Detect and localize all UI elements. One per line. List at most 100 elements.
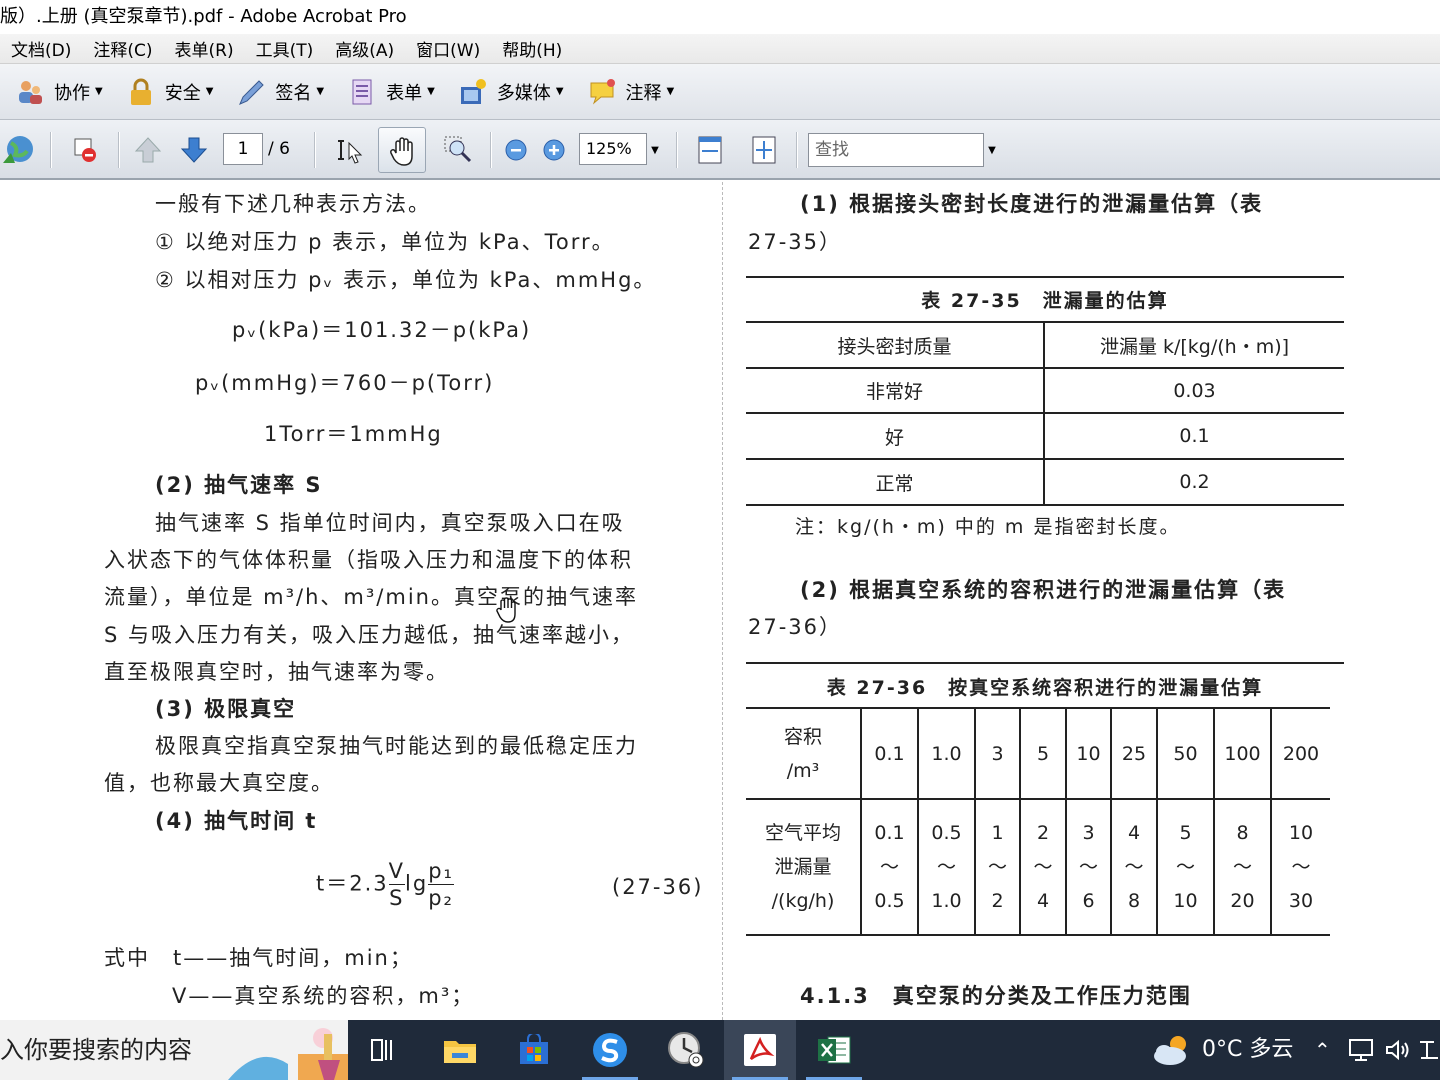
volume-icon[interactable] (1384, 1020, 1412, 1080)
range-low: 5 (1179, 822, 1192, 844)
multimedia-icon (457, 76, 489, 108)
range-tilde: ～ (879, 856, 899, 878)
section-heading: (2) 根据真空系统的容积进行的泄漏量估算（表 (800, 578, 1287, 602)
collaborate-label: 协作 (54, 82, 90, 104)
range-high: 1.0 (931, 890, 962, 912)
paragraph: ② 以相对压力 pᵥ 表示，单位为 kPa、mmHg。 (155, 268, 657, 292)
acrobat-button[interactable] (724, 1020, 796, 1080)
find-dropdown-chevron-icon[interactable]: ▼ (985, 140, 999, 160)
equation-lhs: t＝2.3 (316, 871, 389, 896)
menu-comments[interactable]: 注释(C) (82, 36, 163, 61)
equation-evacuation-time: t＝2.3 V Slg p₁ p₂ (316, 858, 454, 911)
table-rule (746, 662, 1344, 664)
comment-label: 注释 (625, 82, 662, 104)
range-low: 8 (1236, 822, 1249, 844)
paragraph-line: 值，也称最大真空度。 (104, 771, 334, 795)
menu-help[interactable]: 帮助(H) (491, 36, 573, 61)
zoom-marquee-icon[interactable] (440, 132, 476, 168)
paragraph-line: 极限真空指真空泵抽气时能达到的最低稳定压力 (155, 734, 638, 758)
sign-button[interactable]: 签名 ▼ (235, 76, 324, 108)
range-low: 10 (1288, 822, 1314, 844)
zoom-in-icon[interactable] (540, 136, 568, 164)
collaborate-button[interactable]: 协作 ▼ (14, 76, 103, 108)
excel-icon (818, 1036, 851, 1064)
label-line: /(kg/h) (771, 890, 835, 912)
fit-page-icon[interactable] (746, 132, 782, 168)
zoom-out-icon[interactable] (502, 136, 530, 164)
menu-forms[interactable]: 表单(R) (164, 36, 245, 61)
menu-window[interactable]: 窗口(W) (405, 36, 491, 61)
range-high: 8 (1127, 890, 1141, 912)
range-cell: 5 ～ 10 (1156, 799, 1214, 935)
numerator: V (388, 859, 406, 885)
network-icon[interactable] (1348, 1020, 1376, 1080)
range-tilde: ～ (1232, 856, 1252, 878)
label-line: 容积 (783, 725, 822, 748)
section-heading: 4.1.3 真空泵的分类及工作压力范围 (800, 984, 1192, 1008)
excel-button[interactable] (798, 1020, 870, 1080)
hand-icon (390, 137, 413, 166)
window-title: 版）.上册 (真空泵章节).pdf - Adobe Acrobat Pro (0, 0, 1440, 34)
table-cell: 3 (974, 708, 1020, 799)
weather-text: 0°C 多云 (1202, 1037, 1294, 1062)
fit-width-icon[interactable] (692, 132, 728, 168)
leak-estimate-table: 接头密封质量 泄漏量 k/[kg/(h・m)] 非常好 0.03 好 0.1 正… (746, 321, 1344, 506)
range-low: 1 (991, 822, 1004, 844)
store-button[interactable] (498, 1020, 570, 1080)
next-page-icon[interactable] (176, 132, 212, 168)
range-high: 30 (1288, 890, 1314, 912)
security-button[interactable]: 安全 ▼ (125, 76, 213, 108)
clock-icon (668, 1032, 704, 1068)
chevron-down-icon: ▼ (316, 86, 325, 97)
range-tilde: ～ (1033, 856, 1053, 878)
sogou-icon (593, 1033, 627, 1067)
paragraph-line: 抽气速率 S 指单位时间内，真空泵吸入口在吸 (155, 511, 625, 535)
comment-button[interactable]: 注释 ▼ (586, 76, 674, 108)
forms-button[interactable]: 表单 ▼ (346, 76, 435, 108)
weather-widget[interactable]: 0°C 多云 (1150, 1020, 1293, 1080)
print-icon[interactable] (66, 132, 102, 168)
search-illustration-icon (228, 1028, 348, 1080)
equation: pᵥ(mmHg)＝760－p(Torr) (195, 371, 495, 395)
cloudy-weather-icon (1154, 1036, 1186, 1065)
row-label-volume: 容积/m³ (746, 708, 861, 799)
equation-number: (27-36) (612, 875, 704, 899)
select-tool-icon[interactable] (332, 132, 368, 168)
ime-indicator-icon[interactable] (1418, 1020, 1440, 1080)
hand-tool-button[interactable] (378, 127, 426, 173)
menu-tools[interactable]: 工具(T) (245, 36, 325, 61)
range-cell: 4 ～ 8 (1110, 799, 1157, 935)
menu-advanced[interactable]: 高级(A) (324, 36, 405, 61)
taskbar-search-input[interactable]: 入你要搜索的内容 (0, 1020, 348, 1080)
table-cell: 25 (1110, 708, 1157, 799)
paragraph: ① 以绝对压力 p 表示，单位为 kPa、Torr。 (155, 230, 615, 254)
section-heading: (3) 极限真空 (155, 697, 297, 721)
range-tilde: ～ (1124, 856, 1144, 878)
previous-page-icon[interactable] (130, 132, 166, 168)
find-input[interactable]: 查找 (808, 133, 984, 167)
file-explorer-button[interactable] (424, 1020, 496, 1080)
menu-document[interactable]: 文档(D) (0, 36, 82, 61)
clock-app-button[interactable] (650, 1020, 722, 1080)
table-cell: 正常 (875, 472, 914, 495)
chevron-down-icon: ▼ (95, 86, 103, 97)
zoom-level-input[interactable]: 125% (579, 133, 647, 165)
range-cell: 0.5 ～ 1.0 (917, 799, 975, 935)
fraction-p1-over-p2: p₁ p₂ (428, 858, 454, 911)
row-label-leak-rate: 空气平均 泄漏量 /(kg/h) (746, 799, 861, 935)
globe-icon[interactable] (0, 132, 36, 168)
security-label: 安全 (164, 82, 201, 104)
table-cell: 0.03 (1043, 368, 1344, 413)
sogou-button[interactable] (574, 1020, 646, 1080)
page-number-input[interactable]: 1 (223, 133, 263, 165)
task-view-button[interactable] (348, 1020, 420, 1080)
multimedia-button[interactable]: 多媒体 ▼ (457, 76, 564, 108)
tray-overflow-chevron-icon[interactable]: ⌃ (1314, 1020, 1331, 1080)
toolbar-separator (118, 132, 120, 168)
chevron-down-icon: ▼ (555, 86, 564, 97)
toolbar-separator (314, 132, 316, 168)
variable-definition: V——真空系统的容积，m³； (172, 984, 475, 1008)
zoom-dropdown-chevron-icon[interactable]: ▼ (648, 140, 662, 160)
toolbar-separator (50, 132, 52, 168)
table-cell: 1.0 (917, 708, 975, 799)
